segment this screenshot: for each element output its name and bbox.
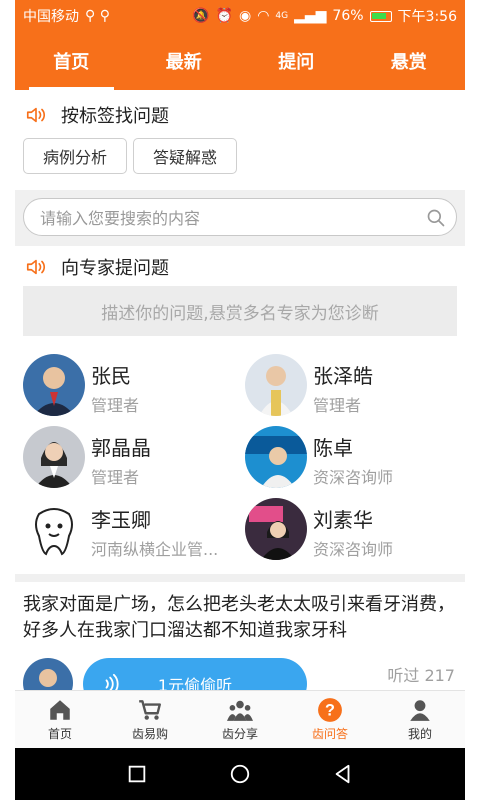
tab-reward[interactable]: 悬赏 xyxy=(353,32,466,90)
nav-label: 齿分享 xyxy=(221,727,258,741)
nav-label: 齿易购 xyxy=(131,727,168,741)
status-bar: 中国移动 ⚲ ⚲ 🔕 ⏰ ◉ ◠ 4G ▂▄▆ 76% 下午3:56 xyxy=(15,0,465,32)
expert-card[interactable]: 郭晶晶 管理者 xyxy=(23,426,238,492)
expert-name: 刘素华 xyxy=(313,508,373,532)
avatar xyxy=(245,426,307,488)
home-button-icon[interactable] xyxy=(229,763,251,785)
ask-section-header: 向专家提问题 xyxy=(15,244,465,290)
expert-card[interactable]: 陈卓 资深咨询师 xyxy=(245,426,460,492)
clock-time: 下午3:56 xyxy=(397,9,457,25)
listen-count: 听过 217 xyxy=(387,666,455,685)
nav-label: 首页 xyxy=(47,727,72,741)
expert-role: 管理者 xyxy=(91,468,140,487)
home-icon xyxy=(50,700,70,720)
tag-qa[interactable]: 答疑解惑 xyxy=(133,138,237,174)
avatar xyxy=(23,426,85,488)
carrier-label: 中国移动 xyxy=(23,9,79,25)
avatar xyxy=(245,354,307,416)
bottom-navigation: 首页 齿易购 齿分享 ? 齿问答 我的 xyxy=(15,690,465,748)
tab-latest[interactable]: 最新 xyxy=(128,32,241,90)
search-placeholder: 请输入您要搜索的内容 xyxy=(40,209,201,228)
expert-name: 张泽皓 xyxy=(313,364,373,388)
expert-card[interactable]: 张泽皓 管理者 xyxy=(245,354,460,420)
speaker-icon xyxy=(26,107,46,123)
alarm-icon: ⏰ xyxy=(215,8,233,24)
avatar xyxy=(23,498,85,560)
expert-role: 管理者 xyxy=(313,396,362,415)
system-nav-bar xyxy=(15,748,465,800)
expert-role: 河南纵横企业管... xyxy=(91,540,219,559)
back-icon[interactable] xyxy=(332,763,354,785)
speaker-icon xyxy=(26,259,46,275)
expert-name: 李玉卿 xyxy=(91,508,151,532)
recent-apps-icon[interactable] xyxy=(126,763,148,785)
battery-percent: 76% xyxy=(332,8,364,24)
wifi-icon: ◠ xyxy=(257,8,270,24)
expert-role: 管理者 xyxy=(91,396,140,415)
search-input[interactable]: 请输入您要搜索的内容 xyxy=(23,198,457,236)
svg-text:?: ? xyxy=(325,701,335,719)
question-icon: ? xyxy=(318,698,342,722)
tags-section-title: 按标签找问题 xyxy=(61,106,169,127)
group-icon xyxy=(227,700,253,721)
nav-label: 我的 xyxy=(407,727,432,741)
nav-shop[interactable]: 齿易购 xyxy=(105,691,195,748)
search-icon[interactable] xyxy=(426,208,446,228)
nav-label: 齿问答 xyxy=(311,727,348,741)
eye-icon: ◉ xyxy=(238,8,252,24)
usb-icon: ⚲ ⚲ xyxy=(85,8,110,24)
mute-icon: 🔕 xyxy=(192,8,210,24)
tab-home[interactable]: 首页 xyxy=(15,32,128,90)
expert-role: 资深咨询师 xyxy=(313,540,394,559)
app-frame: 中国移动 ⚲ ⚲ 🔕 ⏰ ◉ ◠ 4G ▂▄▆ 76% 下午3:56 首页 最新… xyxy=(15,0,465,800)
expert-role: 资深咨询师 xyxy=(313,468,394,487)
nav-home[interactable]: 首页 xyxy=(15,691,105,748)
ask-question-box[interactable]: 描述你的问题,悬赏多名专家为您诊断 xyxy=(23,286,457,336)
network-label: 4G xyxy=(275,11,289,21)
expert-name: 张民 xyxy=(91,364,131,388)
battery-icon xyxy=(369,10,392,22)
question-text[interactable]: 我家对面是广场，怎么把老头老太太吸引来看牙消费，好多人在我家门口溜达都不知道我家… xyxy=(23,592,461,644)
tab-ask[interactable]: 提问 xyxy=(240,32,353,90)
expert-card[interactable]: 张民 管理者 xyxy=(23,354,238,420)
tag-case-analysis[interactable]: 病例分析 xyxy=(23,138,127,174)
nav-qa[interactable]: ? 齿问答 xyxy=(285,691,375,748)
ask-section-title: 向专家提问题 xyxy=(61,258,169,279)
expert-card[interactable]: 李玉卿 河南纵横企业管... xyxy=(23,498,238,564)
avatar xyxy=(245,498,307,560)
search-area: 请输入您要搜索的内容 xyxy=(15,190,465,246)
expert-name: 陈卓 xyxy=(313,436,353,460)
tooth-mascot-icon xyxy=(23,498,85,560)
expert-name: 郭晶晶 xyxy=(91,436,151,460)
top-tabs: 首页 最新 提问 悬赏 xyxy=(15,32,465,90)
signal-icon: ▂▄▆ xyxy=(294,8,327,24)
nav-share[interactable]: 齿分享 xyxy=(195,691,285,748)
tags-section-header: 按标签找问题 xyxy=(15,92,465,138)
section-divider xyxy=(15,574,465,582)
expert-card[interactable]: 刘素华 资深咨询师 xyxy=(245,498,460,564)
nav-mine[interactable]: 我的 xyxy=(375,691,465,748)
person-icon xyxy=(410,700,430,721)
cart-icon xyxy=(139,700,161,720)
avatar xyxy=(23,354,85,416)
